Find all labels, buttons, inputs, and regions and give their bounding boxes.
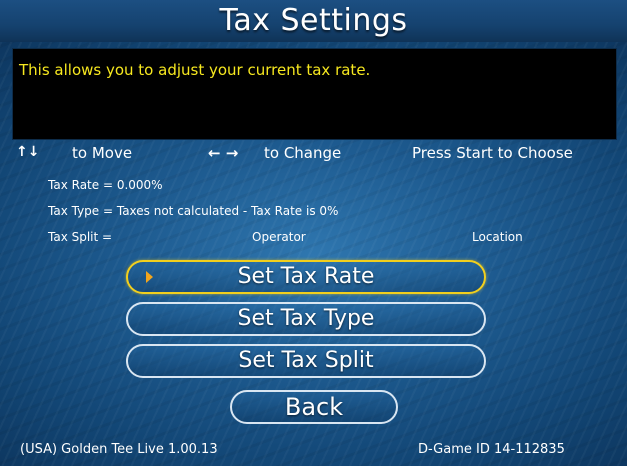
up-down-arrows-icon: ↑↓: [16, 144, 40, 160]
back-button[interactable]: Back: [230, 390, 398, 424]
set-tax-split-label: Set Tax Split: [238, 348, 374, 373]
title-bar: Tax Settings: [0, 0, 627, 42]
set-tax-type-label: Set Tax Type: [237, 306, 375, 331]
description-text: This allows you to adjust your current t…: [19, 61, 371, 79]
tax-split-label: Tax Split =: [48, 230, 113, 244]
set-tax-rate-button[interactable]: Set Tax Rate: [126, 260, 486, 294]
tax-split-location: Location: [472, 230, 523, 244]
tax-type-value: Tax Type = Taxes not calculated - Tax Ra…: [48, 204, 339, 218]
set-tax-split-button[interactable]: Set Tax Split: [126, 344, 486, 378]
back-label: Back: [284, 393, 344, 421]
version-info: (USA) Golden Tee Live 1.00.13: [20, 442, 218, 457]
description-box: This allows you to adjust your current t…: [12, 48, 617, 140]
tax-rate-value: Tax Rate = 0.000%: [48, 178, 163, 192]
move-hint: to Move: [72, 144, 133, 162]
tax-settings-screen: Tax Settings This allows you to adjust y…: [0, 0, 627, 466]
selection-cursor-icon: [146, 271, 153, 283]
game-id: D-Game ID 14-112835: [418, 442, 565, 457]
change-hint: to Change: [264, 144, 342, 162]
set-tax-type-button[interactable]: Set Tax Type: [126, 302, 486, 336]
set-tax-rate-label: Set Tax Rate: [237, 264, 375, 289]
left-right-arrows-icon: ← →: [208, 144, 239, 162]
controls-hint-bar: ↑↓ to Move ← → to Change Press Start to …: [0, 142, 627, 166]
start-hint: Press Start to Choose: [412, 144, 573, 162]
page-title: Tax Settings: [219, 3, 408, 38]
tax-split-operator: Operator: [252, 230, 306, 244]
